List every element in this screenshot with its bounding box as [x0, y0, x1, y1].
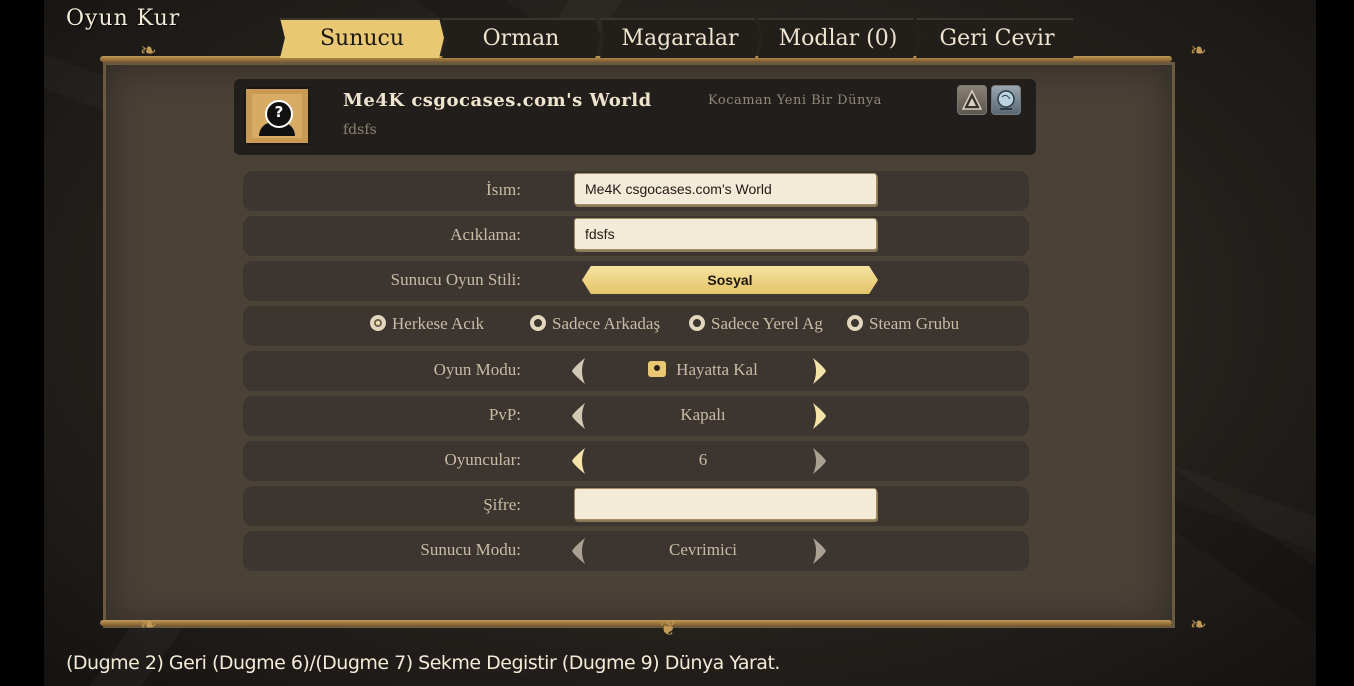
tab-server-settings[interactable]: Sunucu Ayarları — [280, 18, 444, 58]
radio-steam-label: Steam Grubu — [869, 314, 960, 333]
world-globe-icon — [991, 85, 1021, 115]
radio-public-label: Herkese Acık — [392, 314, 485, 333]
players-prev-arrow-icon[interactable] — [570, 447, 588, 475]
scroll-ornament-bottom-right: ❧ — [1190, 612, 1207, 636]
name-field[interactable]: Me4K csgocases.com's World — [574, 173, 877, 205]
game-style-row: Sunucu Oyun Stili: Sosyal — [243, 261, 1029, 301]
server-mode-value: Cevrimici — [669, 540, 737, 559]
radio-selected-icon — [370, 315, 386, 331]
radio-steam-group[interactable]: Steam Grubu — [847, 314, 959, 334]
world-preset: Kocaman Yeni Bir Dünya — [708, 93, 882, 108]
panel-bottom-rail — [100, 620, 1172, 626]
game-style-label: Sunucu Oyun Stili: — [390, 270, 521, 289]
password-row: Şifre: — [243, 486, 1029, 526]
privacy-row: Herkese Acık Sadece Arkadaş Sadece Yerel… — [243, 306, 1029, 346]
radio-public[interactable]: Herkese Acık — [370, 314, 484, 334]
server-mode-prev-arrow-icon[interactable] — [570, 537, 588, 565]
world-name: Me4K csgocases.com's World — [343, 90, 652, 111]
question-mark-icon: ? — [265, 100, 293, 128]
tab-revert[interactable]: Geri Cevir — [916, 18, 1078, 58]
tab-forest[interactable]: Orman — [442, 18, 600, 58]
tab-mods[interactable]: Modlar (0) — [758, 18, 918, 58]
world-summary-card: ? Me4K csgocases.com's World fdsfs Kocam… — [234, 79, 1036, 155]
game-mode-value: Hayatta Kal — [603, 360, 803, 380]
description-row: Acıklama: fdsfs — [243, 216, 1029, 256]
world-avatar[interactable]: ? — [244, 87, 310, 145]
survival-mode-icon — [957, 85, 987, 115]
server-mode-next-arrow-icon[interactable] — [810, 537, 828, 565]
name-label: İsım: — [486, 180, 521, 199]
pvp-next-arrow-icon[interactable] — [810, 402, 828, 430]
description-field[interactable]: fdsfs — [574, 218, 877, 250]
tab-caves[interactable]: Magaralar — [600, 18, 760, 58]
radio-empty-icon — [847, 315, 863, 331]
radio-lan-only[interactable]: Sadece Yerel Ag — [689, 314, 823, 334]
radio-empty-icon — [530, 315, 546, 331]
world-description: fdsfs — [343, 122, 377, 138]
game-mode-prev-arrow-icon[interactable] — [570, 357, 588, 385]
game-mode-next-arrow-icon[interactable] — [810, 357, 828, 385]
players-label: Oyuncular: — [444, 450, 521, 469]
players-value: 6 — [698, 450, 708, 469]
radio-friends-only[interactable]: Sadece Arkadaş — [530, 314, 660, 334]
radio-lan-label: Sadece Yerel Ag — [711, 314, 823, 333]
players-next-arrow-icon[interactable] — [810, 447, 828, 475]
game-mode-text: Hayatta Kal — [676, 360, 758, 379]
survival-lock-icon — [648, 361, 667, 377]
scroll-ornament-bottom-left: ❧ — [140, 612, 157, 636]
scroll-ornament-right: ❧ — [1190, 38, 1207, 62]
radio-empty-icon — [689, 315, 705, 331]
scroll-ornament-bottom-center: ❦ — [660, 616, 677, 640]
game-mode-label: Oyun Modu: — [433, 360, 521, 379]
server-mode-row: Sunucu Modu: Cevrimici — [243, 531, 1029, 571]
password-label: Şifre: — [483, 495, 521, 514]
server-mode-label: Sunucu Modu: — [420, 540, 521, 559]
game-style-dropdown[interactable]: Sosyal — [582, 266, 878, 294]
pvp-prev-arrow-icon[interactable] — [570, 402, 588, 430]
players-row: Oyuncular: 6 — [243, 441, 1029, 481]
game-mode-row: Oyun Modu: Hayatta Kal — [243, 351, 1029, 391]
screen-title: Oyun Kur — [66, 6, 181, 31]
name-row: İsım: Me4K csgocases.com's World — [243, 171, 1029, 211]
controller-hint: (Dugme 2) Geri (Dugme 6)/(Dugme 7) Sekme… — [66, 652, 780, 674]
description-label: Acıklama: — [450, 225, 521, 244]
pvp-label: PvP: — [488, 405, 521, 424]
radio-friends-label: Sadece Arkadaş — [552, 314, 661, 333]
pvp-row: PvP: Kapalı — [243, 396, 1029, 436]
scroll-ornament-left: ❧ — [140, 38, 157, 62]
password-field[interactable] — [574, 488, 877, 520]
pvp-value: Kapalı — [680, 405, 726, 424]
